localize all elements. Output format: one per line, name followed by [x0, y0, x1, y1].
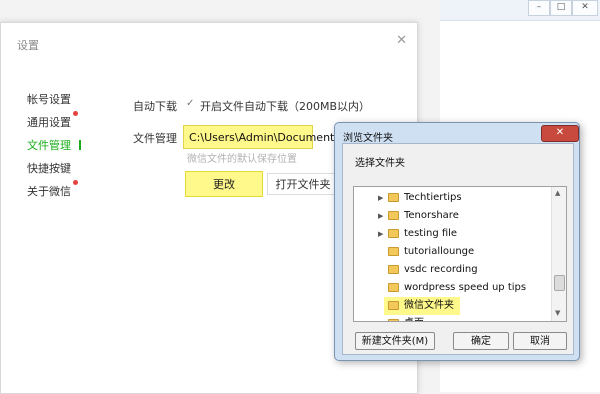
- minimize-icon[interactable]: –: [528, 0, 550, 16]
- folder-tree[interactable]: ▶ Techtiertips ▶ Tenorshare ▶ testing fi…: [353, 186, 567, 322]
- new-folder-button[interactable]: 新建文件夹(M): [355, 332, 435, 350]
- folder-icon: [388, 193, 399, 202]
- cancel-button[interactable]: 取消: [513, 332, 567, 350]
- folder-icon: [388, 319, 399, 321]
- expand-arrow-icon[interactable]: ▶: [378, 189, 383, 207]
- tree-item[interactable]: wordpress speed up tips: [354, 279, 550, 297]
- folder-icon: [388, 301, 399, 310]
- close-icon[interactable]: ✕: [572, 0, 598, 16]
- nav-item-about[interactable]: 关于微信: [27, 183, 71, 199]
- folder-icon: [388, 283, 399, 292]
- tree-item[interactable]: tutoriallounge: [354, 243, 550, 261]
- auto-download-option[interactable]: 开启文件自动下载（200MB以内）: [200, 98, 370, 114]
- folder-icon: [388, 247, 399, 256]
- change-button[interactable]: 更改: [185, 171, 263, 197]
- close-icon[interactable]: ✕: [541, 125, 579, 142]
- scroll-down-icon[interactable]: ▼: [555, 309, 560, 317]
- browse-dialog-title: 浏览文件夹: [343, 133, 393, 144]
- tree-item[interactable]: ▶ testing file: [354, 225, 550, 243]
- folder-icon: [388, 229, 399, 238]
- tree-item[interactable]: 桌面: [354, 315, 550, 321]
- nav-item-account[interactable]: 帐号设置: [27, 91, 71, 107]
- auto-download-label: 自动下载: [133, 100, 177, 113]
- expand-arrow-icon[interactable]: ▶: [378, 225, 383, 243]
- browse-dialog-subtitle: 选择文件夹: [355, 158, 405, 169]
- tree-item[interactable]: ▶ Techtiertips: [354, 189, 550, 207]
- checkmark-icon[interactable]: ✓: [186, 98, 194, 109]
- browse-folder-dialog: 浏览文件夹 ✕ 选择文件夹 ▶ Techtiertips ▶ Tenorshar…: [334, 122, 580, 361]
- browse-dialog-body: 选择文件夹 ▶ Techtiertips ▶ Tenorshare ▶ test…: [342, 143, 574, 355]
- nav-item-general[interactable]: 通用设置: [27, 114, 71, 130]
- scroll-up-icon[interactable]: ▲: [555, 189, 560, 197]
- tree-item[interactable]: ▶ Tenorshare: [354, 207, 550, 225]
- save-path-hint: 微信文件的默认保存位置: [187, 154, 297, 165]
- notification-dot: [73, 180, 78, 185]
- expand-arrow-icon[interactable]: ▶: [378, 207, 383, 225]
- nav-item-shortcuts[interactable]: 快捷按键: [27, 160, 71, 176]
- ok-button[interactable]: 确定: [453, 332, 509, 350]
- file-management-label: 文件管理: [133, 132, 177, 145]
- active-indicator: [79, 140, 81, 150]
- maximize-icon[interactable]: □: [550, 0, 572, 16]
- folder-icon: [388, 265, 399, 274]
- save-path-field[interactable]: C:\Users\Admin\Documents: [183, 125, 340, 149]
- open-folder-button[interactable]: 打开文件夹: [267, 173, 339, 195]
- scrollbar[interactable]: ▲ ▼: [551, 187, 566, 321]
- nav-item-file-management[interactable]: 文件管理: [27, 137, 71, 153]
- folder-icon: [388, 211, 399, 220]
- tree-item[interactable]: vsdc recording: [354, 261, 550, 279]
- tree-item-selected[interactable]: 微信文件夹: [384, 297, 460, 315]
- settings-title: 设置: [17, 39, 39, 52]
- scrollbar-thumb[interactable]: [554, 275, 565, 291]
- close-icon[interactable]: ✕: [396, 33, 407, 48]
- notification-dot: [73, 111, 78, 116]
